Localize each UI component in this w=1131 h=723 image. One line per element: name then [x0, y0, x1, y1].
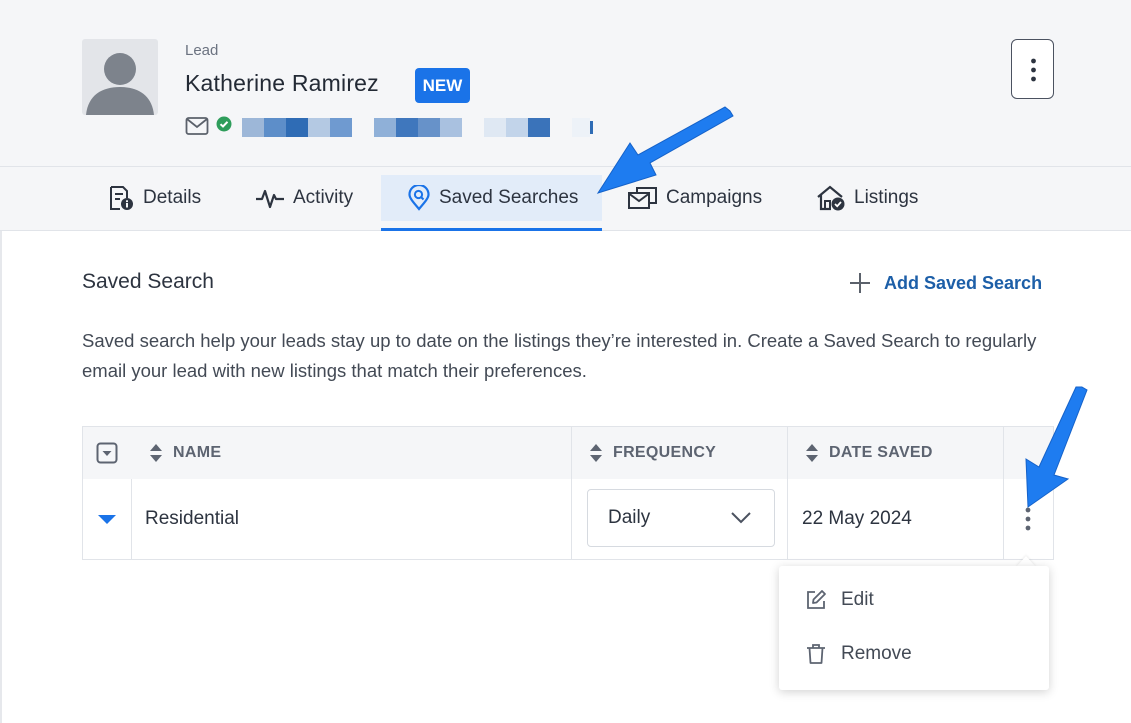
- redacted-contact-info: [242, 118, 352, 137]
- tab-details-label: Details: [143, 187, 202, 208]
- active-tab-indicator: [381, 228, 602, 231]
- tab-campaigns-label: Campaigns: [666, 187, 763, 208]
- chevron-down-icon: [731, 512, 751, 524]
- tab-saved-searches[interactable]: Saved Searches: [381, 175, 602, 221]
- status-badge: NEW: [415, 68, 470, 103]
- tab-activity-label: Activity: [293, 187, 354, 208]
- user-avatar-icon: [82, 39, 158, 115]
- row-actions-button[interactable]: [1017, 479, 1039, 559]
- menu-item-remove[interactable]: Remove: [805, 639, 912, 669]
- tab-bar: Details Activity Saved Searches Campaign…: [0, 167, 1131, 231]
- lead-name: Katherine Ramirez: [185, 70, 379, 96]
- caret-down-icon: [98, 515, 116, 524]
- plus-icon: [850, 273, 870, 293]
- select-all-toggle[interactable]: [96, 427, 118, 479]
- sort-icon: [806, 444, 818, 462]
- tab-listings[interactable]: Listings: [816, 175, 918, 221]
- column-header-name[interactable]: NAME: [149, 427, 221, 479]
- row-actions-menu: Edit Remove: [779, 566, 1049, 690]
- tab-listings-label: Listings: [854, 187, 919, 208]
- frequency-select[interactable]: Daily: [587, 489, 775, 547]
- verified-check-icon: [216, 116, 232, 137]
- trash-icon: [807, 644, 825, 664]
- add-saved-search-label: Add Saved Search: [884, 272, 1043, 293]
- home-check-icon: [817, 185, 845, 211]
- details-doc-icon: [110, 186, 133, 210]
- section-description: Saved search help your leads stay up to …: [82, 330, 1037, 381]
- tab-activity[interactable]: Activity: [255, 175, 353, 221]
- sort-icon: [150, 444, 162, 462]
- column-header-frequency-label: FREQUENCY: [613, 444, 717, 461]
- tab-saved-searches-label: Saved Searches: [439, 187, 579, 208]
- row-date-cell: 22 May 2024: [802, 508, 912, 529]
- mail-icon[interactable]: [185, 116, 209, 141]
- more-actions-button[interactable]: [1011, 39, 1054, 99]
- edit-icon: [807, 590, 826, 609]
- tab-campaigns[interactable]: Campaigns: [628, 175, 762, 221]
- column-header-frequency[interactable]: FREQUENCY: [589, 427, 716, 479]
- menu-item-edit[interactable]: Edit: [805, 585, 874, 615]
- redacted-contact-info: [484, 118, 550, 137]
- frequency-select-value: Daily: [608, 507, 651, 528]
- dropdown-box-icon: [96, 442, 118, 464]
- menu-item-edit-label: Edit: [841, 589, 874, 610]
- column-header-date-saved[interactable]: DATE SAVED: [805, 427, 933, 479]
- sort-icon: [590, 444, 602, 462]
- lead-header: Lead Katherine Ramirez NEW: [0, 0, 1131, 167]
- redacted-contact-info: [572, 118, 598, 137]
- record-type-label: Lead: [185, 42, 219, 59]
- table-header: NAME FREQUENCY DATE SAVED: [83, 427, 1053, 479]
- more-vertical-icon: [1025, 507, 1031, 531]
- saved-search-table: NAME FREQUENCY DATE SAVED Residential Da…: [82, 426, 1054, 560]
- column-header-name-label: NAME: [173, 444, 222, 461]
- row-name-cell: Residential: [145, 508, 239, 529]
- column-header-date-saved-label: DATE SAVED: [829, 444, 933, 461]
- more-vertical-icon: [1031, 58, 1036, 82]
- map-pin-search-icon: [408, 185, 430, 211]
- activity-pulse-icon: [256, 189, 284, 209]
- tab-details[interactable]: Details: [107, 175, 201, 221]
- menu-item-remove-label: Remove: [841, 643, 912, 664]
- redacted-contact-info: [374, 118, 462, 137]
- section-title: Saved Search: [82, 270, 214, 293]
- campaign-mail-icon: [628, 187, 657, 209]
- add-saved-search-button[interactable]: Add Saved Search: [848, 270, 1042, 296]
- row-expand-toggle[interactable]: [97, 479, 117, 559]
